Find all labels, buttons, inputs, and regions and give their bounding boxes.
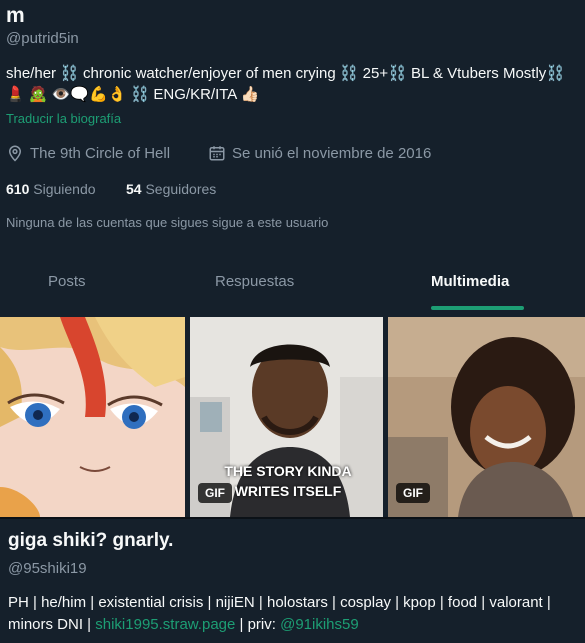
user-card-priv-handle[interactable]: @91ikihs59 — [280, 616, 359, 633]
tab-media[interactable]: Multimedia — [431, 273, 509, 290]
followers-link[interactable]: 54 Seguidores — [126, 181, 216, 197]
user-card-priv-label: | priv: — [235, 616, 281, 633]
user-card-handle[interactable]: @95shiki19 — [8, 560, 87, 577]
media-item-1[interactable] — [0, 317, 185, 517]
following-label: Siguiendo — [33, 181, 96, 197]
location-text: The 9th Circle of Hell — [30, 144, 171, 162]
tab-posts[interactable]: Posts — [48, 273, 86, 290]
profile-bio: she/her ⛓️ chronic watcher/enjoyer of me… — [6, 65, 565, 103]
translate-bio-link[interactable]: Traducir la biografía — [6, 111, 121, 126]
profile-location: The 9th Circle of Hell — [6, 144, 170, 162]
gif-badge: GIF — [396, 483, 430, 503]
joined-text: Se unió el noviembre de 2016 — [232, 144, 432, 162]
user-card-bio: PH | he/him | existential crisis | nijiE… — [8, 592, 568, 636]
anime-character-image — [0, 317, 185, 517]
gif-badge: GIF — [198, 483, 232, 503]
followers-count: 54 — [126, 181, 142, 197]
media-item-3[interactable]: GIF — [388, 317, 585, 517]
followers-label: Seguidores — [145, 181, 217, 197]
tab-replies[interactable]: Respuestas — [215, 273, 294, 290]
following-count: 610 — [6, 181, 30, 197]
profile-name: m — [6, 4, 25, 27]
active-tab-indicator — [431, 306, 524, 310]
profile-joined: Se unió el noviembre de 2016 — [208, 144, 431, 162]
section-divider — [0, 517, 585, 519]
user-card-link[interactable]: shiki1995.straw.page — [95, 616, 235, 633]
location-icon — [6, 144, 24, 162]
media-item-2[interactable]: THE STORY KINDA WRITES ITSELF GIF — [190, 317, 383, 517]
mutual-notice: Ninguna de las cuentas que sigues sigue … — [6, 215, 329, 230]
profile-handle: @putrid5in — [6, 30, 79, 47]
following-link[interactable]: 610 Siguiendo — [6, 181, 96, 197]
profile-tabs: Posts Respuestas Multimedia — [0, 258, 585, 310]
calendar-icon — [208, 144, 226, 162]
user-card-name[interactable]: giga shiki? gnarly. — [8, 530, 173, 552]
